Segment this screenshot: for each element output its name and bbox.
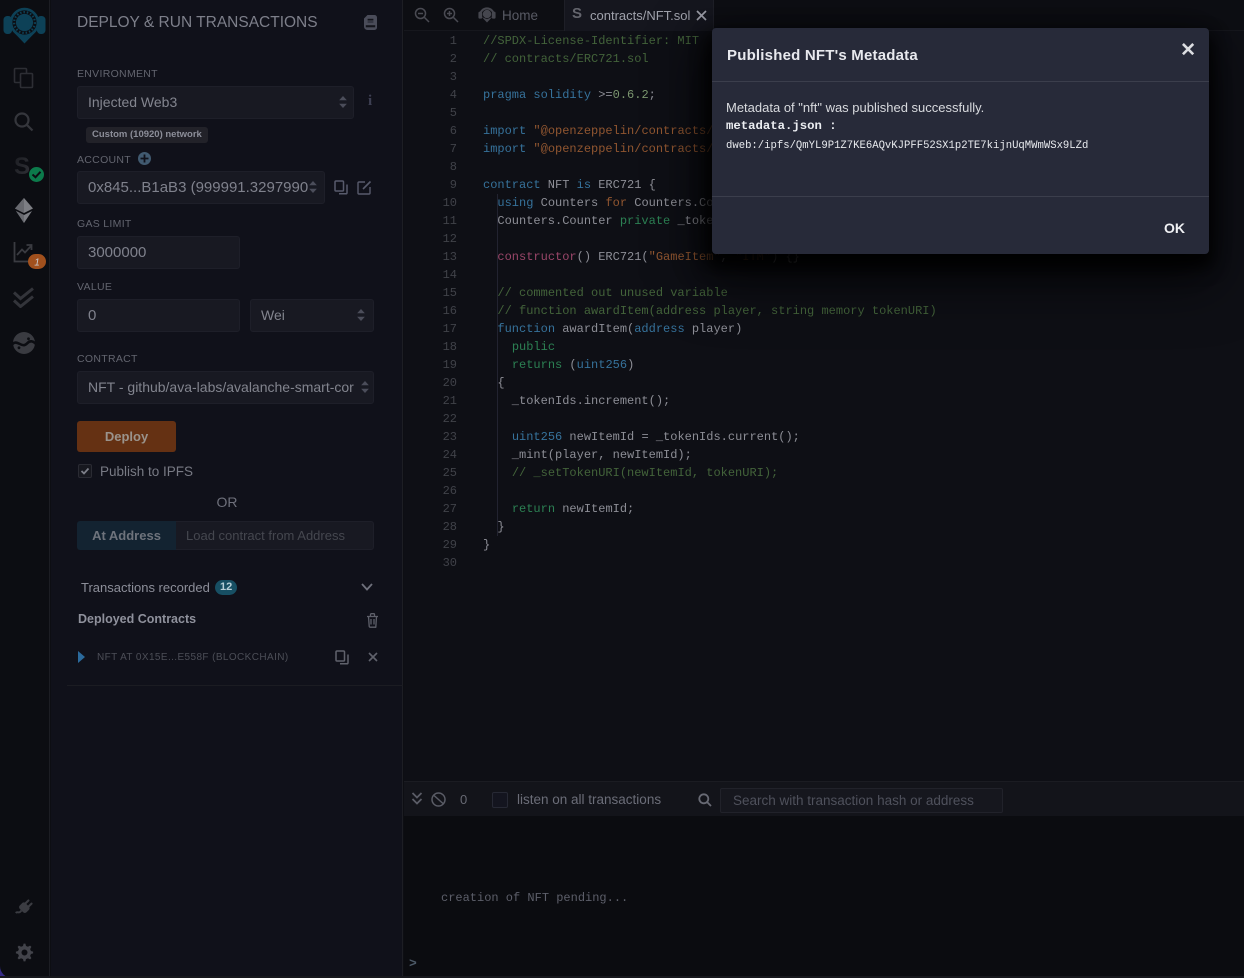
svg-text:1: 1	[34, 258, 40, 269]
svg-text:S: S	[14, 153, 30, 179]
